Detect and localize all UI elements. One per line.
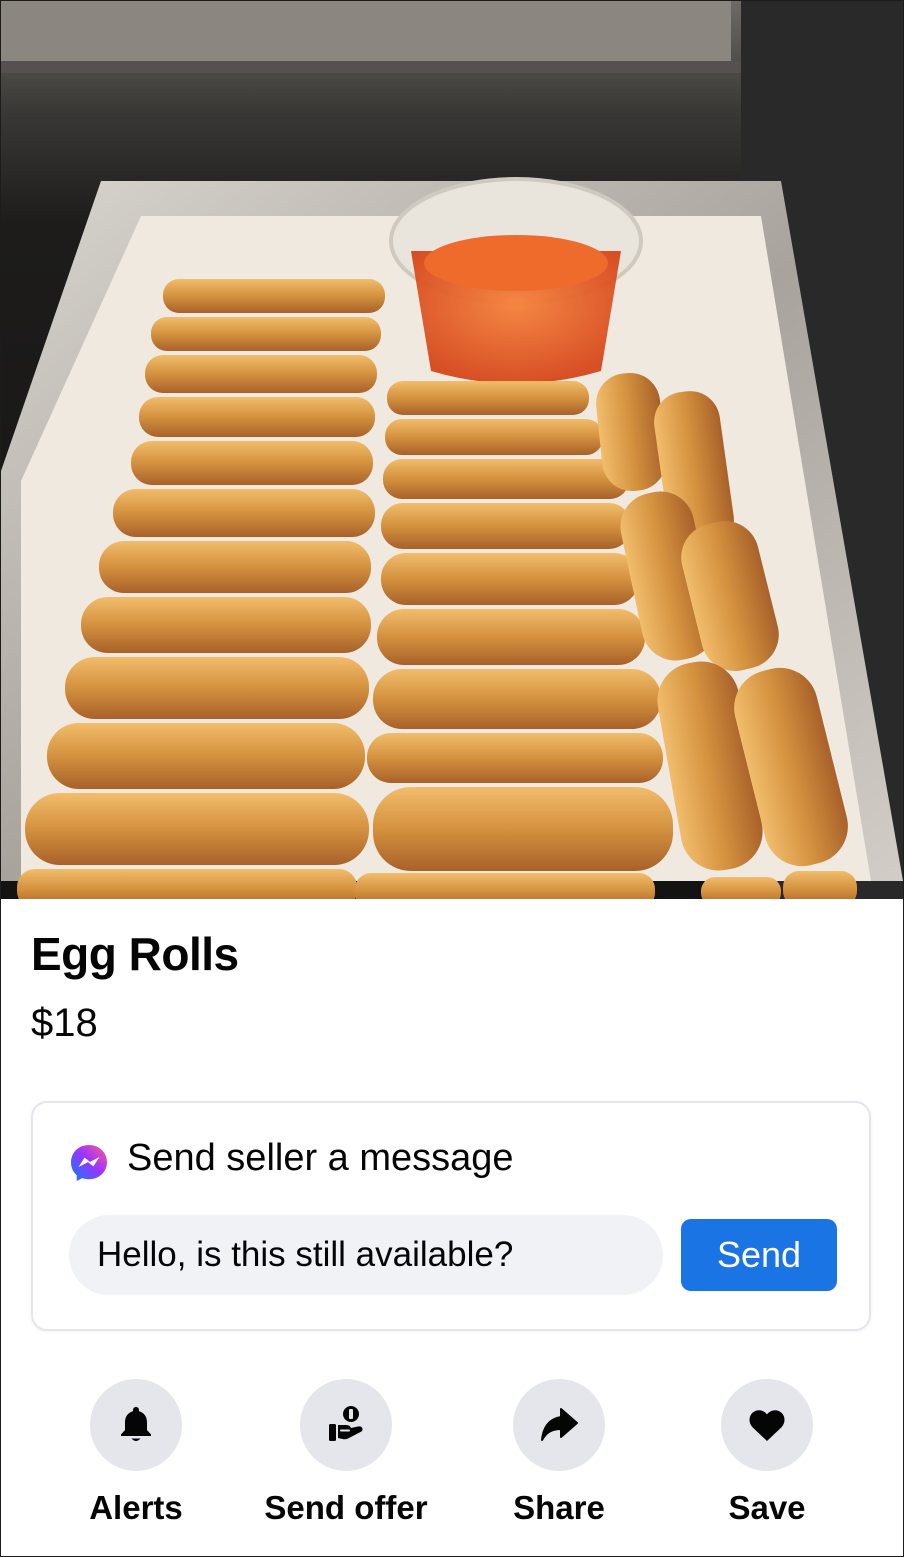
share-icon (541, 1408, 578, 1441)
send-button[interactable]: Send (681, 1219, 837, 1291)
save-label: Save (728, 1489, 806, 1526)
share-action[interactable]: Share (507, 1379, 611, 1527)
send-offer-action[interactable]: Send offer (256, 1379, 436, 1527)
listing-photo[interactable] (1, 1, 903, 899)
messenger-icon (71, 1145, 107, 1181)
listing-title: Egg Rolls (31, 928, 239, 980)
message-input[interactable] (69, 1215, 663, 1295)
send-message-header: Send seller a message (69, 1133, 514, 1183)
action-row: Alerts Send offer Share Save (1, 1379, 903, 1549)
offer-icon (329, 1406, 363, 1441)
heart-icon (749, 1410, 785, 1441)
send-offer-button[interactable] (300, 1379, 392, 1471)
bell-icon (121, 1407, 151, 1441)
send-message-heading: Send seller a message (127, 1136, 514, 1179)
egg-rolls-photo (1, 1, 903, 899)
listing-page: Egg Rolls $18 Send seller a message Send (0, 0, 904, 1557)
send-message-card: Send seller a message Send (31, 1101, 871, 1331)
save-button[interactable] (721, 1379, 813, 1471)
save-action[interactable]: Save (721, 1379, 813, 1527)
listing-price: $18 (31, 1001, 98, 1045)
share-button[interactable] (513, 1379, 605, 1471)
alerts-action[interactable]: Alerts (88, 1379, 184, 1527)
send-offer-label: Send offer (264, 1489, 428, 1526)
alerts-button[interactable] (90, 1379, 182, 1471)
alerts-label: Alerts (89, 1489, 183, 1526)
share-label: Share (513, 1489, 605, 1526)
